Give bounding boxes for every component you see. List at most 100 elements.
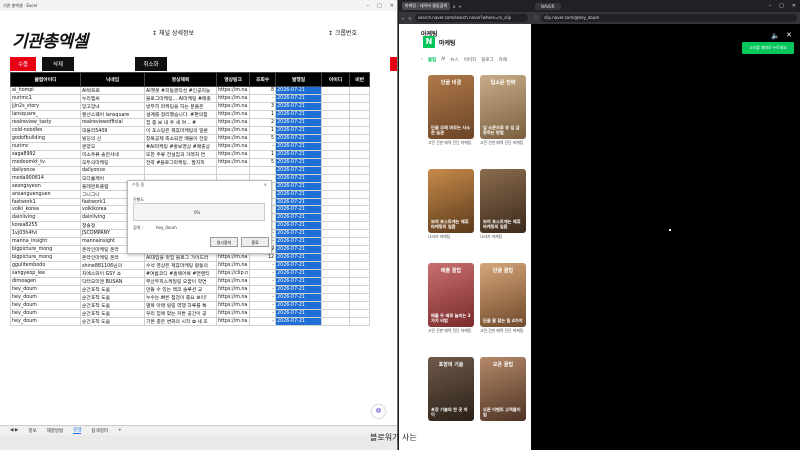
stop-button[interactable]: 종료 bbox=[241, 237, 269, 247]
table-cell[interactable]: fastwork1 bbox=[10, 197, 81, 207]
table-cell[interactable] bbox=[321, 228, 351, 238]
table-row[interactable]: jjin2s_story 앙고앙녀 방무히 마케팅을 하는 분들은 https://m… bbox=[10, 102, 371, 111]
table-cell[interactable] bbox=[349, 181, 371, 191]
table-cell[interactable]: modoomkt_tv bbox=[10, 158, 81, 167]
table-cell[interactable] bbox=[321, 292, 351, 302]
sheet-tab-active[interactable]: 문멤 bbox=[73, 427, 82, 434]
table-cell[interactable] bbox=[349, 150, 371, 159]
header-video-title[interactable]: 영상제목 bbox=[144, 72, 217, 87]
clip-card[interactable]: 입소문 전략 입 소문으로 유 입 급증하는 방법 고민 간판 매력 진단 마케팅 bbox=[480, 75, 526, 163]
table-cell[interactable]: 우리 집에 맞는 커튼 공간이 공 bbox=[144, 308, 217, 318]
table-cell[interactable]: nurimc bbox=[10, 142, 81, 151]
table-cell[interactable] bbox=[349, 236, 371, 246]
table-cell[interactable]: 1 bbox=[249, 126, 277, 135]
table-cell[interactable]: 만들 수 있는 레코 솔루션 교 bbox=[144, 284, 217, 294]
channel-detail-label[interactable]: ↕ 채널 상세정보 bbox=[152, 28, 194, 37]
table-cell[interactable] bbox=[321, 316, 351, 326]
table-cell[interactable]: - bbox=[249, 276, 277, 286]
pause-button[interactable]: 일시중지 bbox=[210, 237, 238, 247]
table-cell[interactable]: bigpicture_mong bbox=[10, 244, 81, 254]
table-cell[interactable] bbox=[321, 308, 351, 318]
table-cell[interactable]: godofbuilding bbox=[10, 134, 81, 143]
table-cell[interactable] bbox=[349, 252, 371, 262]
table-cell[interactable]: 2026-07-21 bbox=[275, 126, 323, 135]
table-cell[interactable] bbox=[349, 213, 371, 222]
table-cell[interactable] bbox=[321, 118, 351, 127]
table-cell[interactable]: hey_doum bbox=[10, 292, 81, 302]
table-cell[interactable]: 지에스와이 GSY 쇼 bbox=[80, 268, 145, 278]
table-cell[interactable]: ggulitembodo bbox=[10, 260, 81, 270]
table-cell[interactable]: shine881106님의 bbox=[80, 260, 145, 270]
sheet-nav-icon[interactable]: ◀ ▶ bbox=[10, 428, 18, 433]
table-cell[interactable]: cold-noodles bbox=[10, 126, 81, 135]
clip-card[interactable]: 단골 비결 단골 오래 머무는 사소한 습관 고민 간판 매력 진단 마케팅 bbox=[428, 75, 474, 163]
table-cell[interactable]: 이 포스팅은 제휴마케팅의 일환 bbox=[144, 126, 217, 135]
table-cell[interactable] bbox=[321, 268, 351, 278]
table-cell[interactable] bbox=[349, 166, 371, 175]
tab-ai[interactable]: AI bbox=[441, 57, 445, 63]
table-cell[interactable]: AI챗봇 #지동글작성 #인공지능 bbox=[144, 86, 217, 95]
table-cell[interactable] bbox=[321, 260, 351, 270]
table-cell[interactable]: bigpicture_mong bbox=[10, 252, 81, 262]
dialog-close-icon[interactable]: ✕ bbox=[264, 182, 267, 188]
table-cell[interactable]: AI대입을 맛집 블로그 가이드라 bbox=[144, 252, 217, 262]
mute-icon[interactable]: 🔈 bbox=[771, 32, 780, 40]
table-cell[interactable]: https://m.na bbox=[215, 158, 251, 167]
table-cell[interactable] bbox=[321, 284, 351, 294]
back-icon[interactable]: ← bbox=[402, 16, 405, 21]
clip-thumbnail[interactable]: 단골 비결 단골 오래 머무는 사소한 습관 bbox=[428, 75, 474, 139]
table-cell[interactable]: 수석 영상은 제휴마케팅 활동의 bbox=[144, 260, 217, 270]
table-cell[interactable] bbox=[349, 86, 371, 95]
table-cell[interactable]: 2026-07-21 bbox=[275, 166, 323, 175]
table-cell[interactable]: 2026-07-21 bbox=[275, 110, 323, 119]
table-cell[interactable]: realreview_tasty bbox=[10, 118, 81, 127]
clip-card[interactable]: 포장의 기술 포장 기술의 한 끗 차이 bbox=[428, 357, 474, 445]
table-row[interactable]: ai_hompi AI박프로 AI챗봇 #지동글작성 #인공지능 https://m.… bbox=[10, 86, 371, 95]
table-cell[interactable] bbox=[321, 110, 351, 119]
table-cell[interactable] bbox=[349, 118, 371, 127]
table-cell[interactable] bbox=[321, 197, 351, 207]
header-nickname[interactable]: 닉네임 bbox=[80, 72, 145, 87]
floating-assistant-icon[interactable]: ❁ bbox=[372, 405, 385, 418]
table-cell[interactable] bbox=[349, 126, 371, 135]
table-cell[interactable]: - bbox=[249, 260, 277, 270]
address-bar[interactable]: search.naver.com/search.naver?where=m_cl… bbox=[414, 14, 528, 22]
table-cell[interactable]: 2026-07-21 bbox=[275, 102, 323, 111]
table-cell[interactable]: https://m.na bbox=[215, 300, 251, 310]
clip-card[interactable]: 오픈 꿀팁 오픈 이벤트 고객몰이 팁 bbox=[480, 357, 526, 445]
table-cell[interactable] bbox=[349, 189, 371, 199]
table-cell[interactable]: saga8992 bbox=[10, 150, 81, 159]
table-cell[interactable]: https://m.na bbox=[215, 110, 251, 119]
table-cell[interactable]: 2026-07-21 bbox=[275, 252, 323, 262]
table-cell[interactable]: 설계를 정리했습니다. #편의점 bbox=[144, 110, 217, 119]
table-cell[interactable] bbox=[349, 102, 371, 111]
table-cell[interactable]: 빌딩의 신 bbox=[80, 134, 145, 143]
table-cell[interactable] bbox=[349, 173, 371, 183]
table-cell[interactable]: 방무히 마케팅을 하는 분들은 bbox=[144, 102, 217, 111]
table-cell[interactable] bbox=[215, 166, 251, 175]
table-cell[interactable]: 3 bbox=[249, 102, 277, 111]
table-cell[interactable]: 2026-07-21 bbox=[275, 197, 323, 207]
table-cell[interactable]: 1 bbox=[249, 150, 277, 159]
table-cell[interactable]: https://m.na bbox=[215, 252, 251, 262]
table-cell[interactable] bbox=[349, 94, 371, 103]
back-chevron-icon[interactable]: ‹ bbox=[421, 57, 423, 63]
table-cell[interactable]: 누수는 빠른 점검이 중요 보이! bbox=[144, 292, 217, 302]
table-cell[interactable]: - bbox=[249, 300, 277, 310]
table-cell[interactable]: https://m.na bbox=[215, 86, 251, 95]
cancel-button[interactable]: 취소화 bbox=[135, 57, 167, 71]
clip-card[interactable]: 매출 꿀팁 매출 두 배로 늘리는 3가지 비법 고민 간판 매력 진단 마케팅 bbox=[428, 263, 474, 351]
table-cell[interactable]: 전략 #블로그마케팅.. 팔지피 bbox=[144, 158, 217, 167]
header-views[interactable]: 조회수 bbox=[249, 72, 277, 87]
table-cell[interactable] bbox=[349, 300, 371, 310]
table-row[interactable]: modoomkt_tv 모두의마케팅 전략 #블로그마케팅.. 팔지피 https:/… bbox=[10, 158, 371, 167]
table-cell[interactable]: 2026-07-21 bbox=[275, 150, 323, 159]
table-cell[interactable]: https://m.na bbox=[215, 316, 251, 326]
delete-button[interactable]: 삭제 bbox=[42, 57, 74, 71]
table-cell[interactable]: 랜선스퀘어 lansquare bbox=[80, 110, 145, 119]
table-cell[interactable]: dainliving bbox=[10, 213, 81, 222]
table-cell[interactable]: 2026-07-21 bbox=[275, 181, 323, 191]
table-cell[interactable]: 5 bbox=[249, 134, 277, 143]
table-cell[interactable]: dirnoagen bbox=[10, 276, 81, 286]
table-cell[interactable] bbox=[349, 292, 371, 302]
